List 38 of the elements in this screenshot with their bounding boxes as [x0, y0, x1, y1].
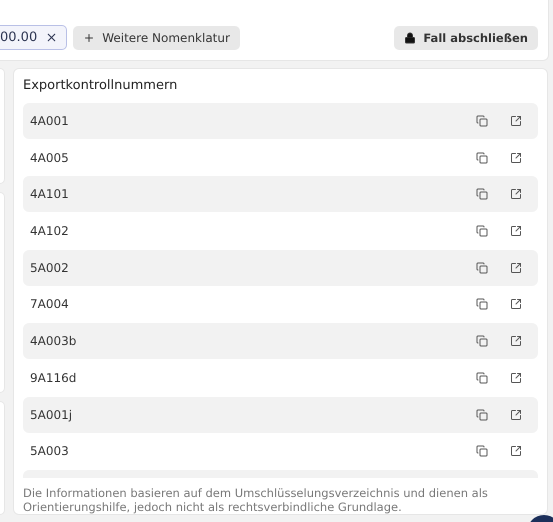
chip-label: 00.00 [0, 30, 38, 45]
external-link-icon [510, 298, 522, 310]
control-number: 5A003 [30, 444, 70, 458]
external-link-icon [510, 335, 522, 348]
control-number: 5A002 [30, 260, 70, 275]
copy-icon [476, 408, 488, 420]
close-icon[interactable] [45, 31, 58, 44]
control-number: 9A116d [30, 370, 78, 385]
disclaimer-text: Die Informationen basieren auf dem Umschlüsselungsverzeichnis und dienen als Orientierungshilfe, jedoch nicht als rechtsverbindliche Grundlage. [23, 486, 489, 514]
copy-icon [476, 372, 488, 384]
external-link-icon [510, 372, 522, 384]
control-number: 4A003b [30, 334, 78, 348]
close-case-button[interactable]: Fall abschließen [394, 26, 538, 50]
copy-icon [476, 445, 488, 458]
external-link-icon [510, 115, 522, 127]
copy-icon [476, 298, 488, 310]
copy-icon [476, 262, 488, 274]
control-number: 4A005 [30, 150, 70, 165]
external-link-icon [510, 225, 522, 238]
panel-title: Exportkontrollnummern [23, 77, 178, 95]
external-link-icon [510, 408, 522, 420]
external-link-icon [510, 262, 522, 274]
external-link-icon [510, 445, 522, 458]
control-number: 5A001j [30, 408, 74, 422]
control-number: 4A101 [30, 187, 70, 202]
copy-icon [476, 115, 488, 127]
external-link-icon [510, 152, 522, 164]
add-nomenclature-button[interactable]: Weitere Nomenklatur [73, 26, 240, 50]
copy-icon [476, 225, 488, 238]
copy-icon [476, 188, 488, 200]
control-number: 4A102 [30, 224, 70, 238]
control-number: 4A001 [30, 114, 70, 128]
control-number: 7A004 [30, 297, 70, 312]
copy-icon [476, 152, 488, 164]
copy-icon [476, 335, 488, 348]
plus-icon [83, 32, 96, 44]
lock-icon [404, 32, 416, 44]
external-link-icon [510, 188, 522, 200]
